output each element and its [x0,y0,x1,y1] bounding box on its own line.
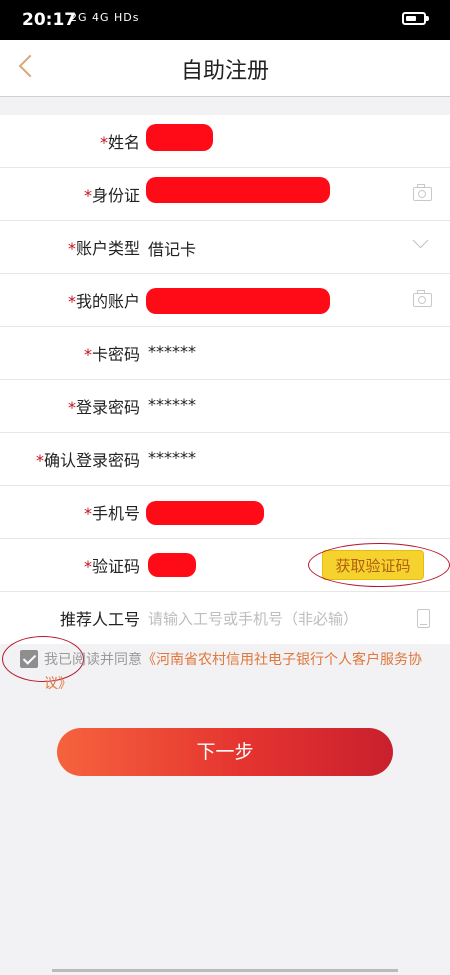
field-label: *验证码 [83,557,140,576]
field-label: *卡密码 [83,345,140,364]
nav-header: 自助注册 [0,40,450,97]
row-account-type[interactable]: *账户类型 借记卡 [0,221,450,274]
field-label: *账户类型 [67,239,140,258]
redacted-value [146,501,264,525]
next-button[interactable]: 下一步 [57,728,393,776]
home-indicator [52,969,398,972]
row-confirm-password[interactable]: *确认登录密码 ****** [0,433,450,486]
camera-icon[interactable] [413,184,432,201]
row-id-card[interactable]: *身份证 [0,168,450,221]
row-name[interactable]: *姓名 [0,115,450,168]
agreement-text: 我已阅读并同意《河南省农村信用社电子银行个人客户服务协议》 [44,652,422,692]
field-label: *我的账户 [67,292,140,311]
confirm-password-value: ****** [148,448,196,467]
field-label: *登录密码 [67,398,140,417]
status-time: 20:17 [22,10,77,30]
row-verify-code[interactable]: *验证码 获取验证码 [0,539,450,592]
row-referrer[interactable]: 推荐人工号 请输入工号或手机号（非必输） [0,592,450,644]
card-password-value: ****** [148,342,196,361]
phone-icon[interactable] [417,609,430,628]
field-label: *手机号 [83,504,140,523]
page-title: 自助注册 [180,59,269,84]
camera-icon[interactable] [413,290,432,307]
field-label: *姓名 [99,133,140,152]
row-phone[interactable]: *手机号 [0,486,450,539]
redacted-value [146,124,213,151]
referrer-input[interactable]: 请输入工号或手机号（非必输） [148,608,358,629]
status-bar: 20:17 2G 4G HDs [0,0,450,40]
account-type-value: 借记卡 [148,240,197,259]
redacted-value [148,553,196,577]
chevron-down-icon[interactable] [412,232,429,249]
row-my-account[interactable]: *我的账户 [0,274,450,327]
battery-icon [402,12,429,25]
redacted-value [146,288,330,314]
login-password-value: ****** [148,395,196,414]
field-label: *身份证 [83,186,140,205]
signal-indicators: 2G 4G HDs [70,11,140,24]
field-label: *确认登录密码 [35,451,140,470]
registration-form: *姓名 *身份证 *账户类型 借记卡 *我的账户 *卡密码 ****** *登录… [0,115,450,644]
annotation-circle [308,543,450,587]
row-card-password[interactable]: *卡密码 ****** [0,327,450,380]
redacted-value [146,177,330,203]
field-label: 推荐人工号 [59,610,140,629]
agreement: 我已阅读并同意《河南省农村信用社电子银行个人客户服务协议》 [0,636,450,694]
row-login-password[interactable]: *登录密码 ****** [0,380,450,433]
